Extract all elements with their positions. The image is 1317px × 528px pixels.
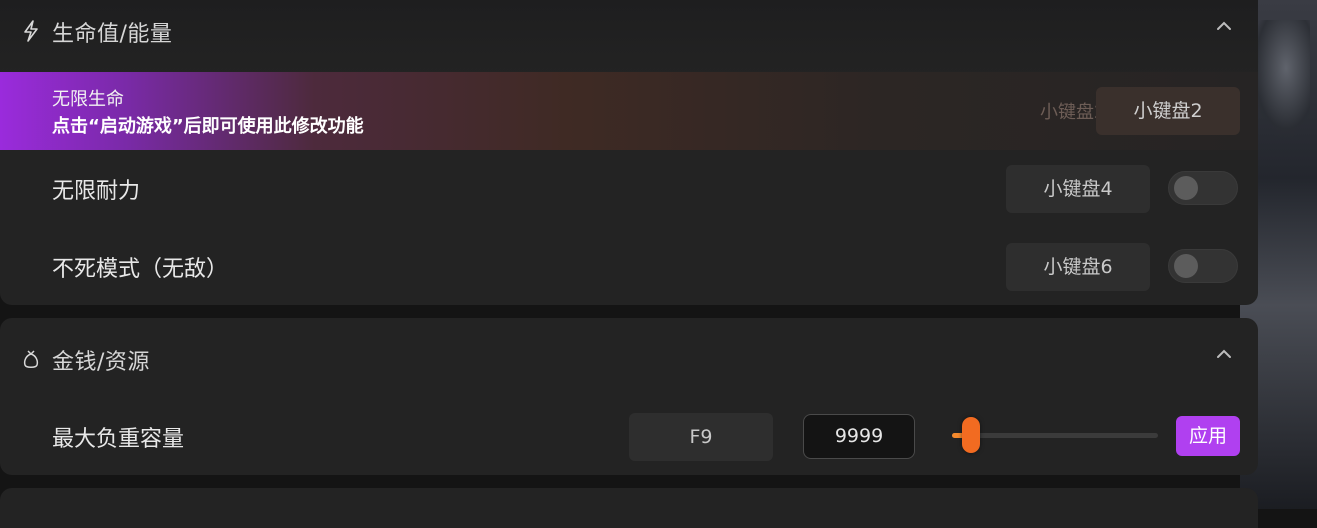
- section-health-energy: 生命值/能量 无限生命 点击“启动游戏”后即可使用此修改功能 小键盘2 小键盘2…: [0, 0, 1258, 305]
- feature-row-infinite-stamina: 无限耐力 小键盘4: [0, 150, 1258, 228]
- section-collapsed-next: [0, 488, 1258, 528]
- value-input[interactable]: 9999: [803, 414, 915, 459]
- feature-label: 最大负重容量: [52, 427, 185, 452]
- hotkey-button[interactable]: 小键盘2: [1096, 87, 1240, 135]
- toggle-knob: [1174, 176, 1198, 200]
- feature-toggle[interactable]: [1168, 171, 1238, 205]
- section-title: 金钱/资源: [52, 350, 150, 375]
- toggle-knob: [1174, 254, 1198, 278]
- feature-row-infinite-health[interactable]: 无限生命 点击“启动游戏”后即可使用此修改功能 小键盘2 小键盘2: [0, 72, 1258, 150]
- hotkey-button[interactable]: 小键盘4: [1006, 165, 1150, 213]
- section-header[interactable]: 金钱/资源: [0, 328, 1258, 388]
- feature-label: 无限耐力: [52, 179, 141, 204]
- chevron-up-icon[interactable]: [1216, 18, 1232, 34]
- value-slider[interactable]: [952, 417, 1158, 453]
- chevron-up-icon[interactable]: [1216, 346, 1232, 362]
- launch-game-tooltip: 点击“启动游戏”后即可使用此修改功能: [52, 116, 364, 137]
- money-bag-icon: [22, 348, 40, 370]
- hotkey-button[interactable]: 小键盘6: [1006, 243, 1150, 291]
- section-money-resources: 金钱/资源 最大负重容量 F9 9999 应用: [0, 318, 1258, 475]
- feature-label: 不死模式（无敌）: [52, 257, 229, 282]
- hotkey-button[interactable]: F9: [629, 413, 773, 461]
- feature-label: 无限生命: [52, 89, 124, 110]
- slider-handle[interactable]: [961, 417, 980, 453]
- section-header[interactable]: 生命值/能量: [0, 0, 1258, 60]
- section-title: 生命值/能量: [52, 22, 173, 47]
- feature-row-god-mode: 不死模式（无敌） 小键盘6: [0, 228, 1258, 306]
- feature-toggle[interactable]: [1168, 249, 1238, 283]
- apply-button[interactable]: 应用: [1176, 416, 1240, 456]
- lightning-icon: [22, 20, 40, 42]
